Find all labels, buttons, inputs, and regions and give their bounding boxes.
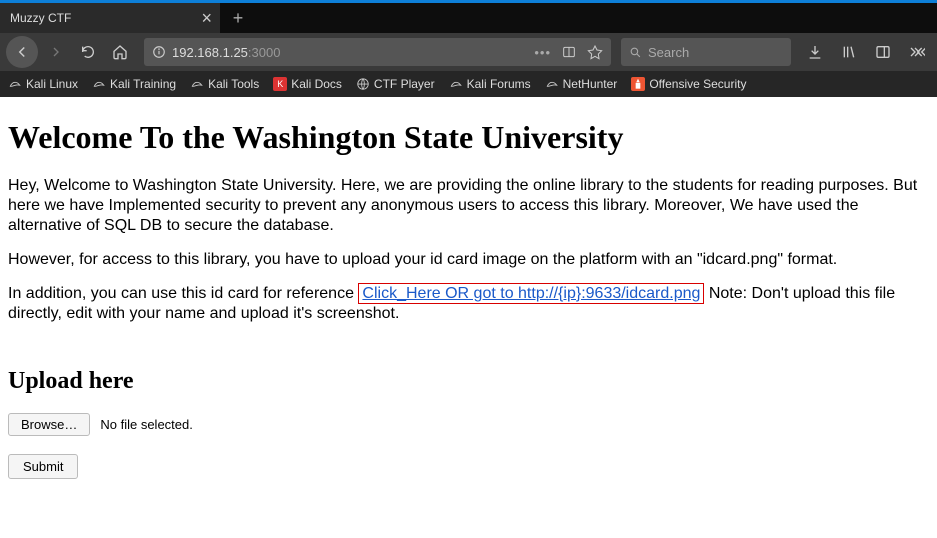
info-icon[interactable]: [152, 45, 166, 59]
intro-paragraph-1: Hey, Welcome to Washington State Univers…: [8, 176, 929, 236]
bookmark-label: Kali Tools: [208, 77, 259, 91]
search-icon: [629, 46, 642, 59]
search-bar[interactable]: Search: [621, 38, 791, 66]
bookmark-nethunter[interactable]: NetHunter: [545, 77, 618, 91]
dragon-icon: [545, 77, 559, 91]
bookmark-label: Kali Linux: [26, 77, 78, 91]
page-title: Welcome To the Washington State Universi…: [8, 119, 929, 156]
overflow-icon[interactable]: [903, 38, 931, 66]
nav-toolbar: 192.168.1.25:3000 ••• Search: [0, 33, 937, 71]
url-bar[interactable]: 192.168.1.25:3000 •••: [144, 38, 611, 66]
back-button[interactable]: [6, 36, 38, 68]
dragon-icon: [190, 77, 204, 91]
globe-icon: [356, 77, 370, 91]
reload-button[interactable]: [74, 38, 102, 66]
page-content: Welcome To the Washington State Universi…: [0, 97, 937, 489]
bookmark-label: Offensive Security: [649, 77, 746, 91]
submit-button[interactable]: Submit: [8, 454, 78, 479]
reference-link[interactable]: Click_Here OR got to http://{ip}:9633/id…: [362, 285, 700, 302]
bookmark-offensive-security[interactable]: Offensive Security: [631, 77, 746, 91]
bookmark-label: Kali Docs: [291, 77, 342, 91]
bookmark-label: Kali Training: [110, 77, 176, 91]
forward-button[interactable]: [42, 38, 70, 66]
upload-heading: Upload here: [8, 368, 929, 395]
bookmark-label: Kali Forums: [467, 77, 531, 91]
search-placeholder: Search: [648, 45, 689, 60]
dragon-icon: [92, 77, 106, 91]
dragon-icon: [8, 77, 22, 91]
home-button[interactable]: [106, 38, 134, 66]
downloads-icon[interactable]: [801, 38, 829, 66]
bookmark-kali-docs[interactable]: K Kali Docs: [273, 77, 342, 91]
bookmark-label: CTF Player: [374, 77, 435, 91]
bookmark-kali-linux[interactable]: Kali Linux: [8, 77, 78, 91]
reference-highlight: Click_Here OR got to http://{ip}:9633/id…: [358, 283, 704, 304]
bookmark-star-icon[interactable]: [587, 44, 603, 60]
new-tab-button[interactable]: +: [220, 3, 256, 33]
bookmarks-toolbar: Kali Linux Kali Training Kali Tools K Ka…: [0, 71, 937, 97]
file-status: No file selected.: [100, 417, 193, 432]
file-upload-row: Browse… No file selected.: [8, 413, 929, 436]
bookmark-kali-training[interactable]: Kali Training: [92, 77, 176, 91]
close-icon[interactable]: ×: [201, 9, 212, 27]
intro-paragraph-3: In addition, you can use this id card fo…: [8, 284, 929, 324]
bookmark-kali-forums[interactable]: Kali Forums: [449, 77, 531, 91]
dragon-icon: [449, 77, 463, 91]
browse-button[interactable]: Browse…: [8, 413, 90, 436]
page-actions-icon[interactable]: •••: [534, 45, 551, 60]
offsec-icon: [631, 77, 645, 91]
bookmark-kali-tools[interactable]: Kali Tools: [190, 77, 259, 91]
browser-tab[interactable]: Muzzy CTF ×: [0, 3, 220, 33]
bookmark-ctf-player[interactable]: CTF Player: [356, 77, 435, 91]
library-icon[interactable]: [835, 38, 863, 66]
reader-icon[interactable]: [561, 44, 577, 60]
bookmark-label: NetHunter: [563, 77, 618, 91]
sidebar-icon[interactable]: [869, 38, 897, 66]
tab-bar: Muzzy CTF × +: [0, 3, 937, 33]
url-text: 192.168.1.25:3000: [172, 45, 534, 60]
docs-icon: K: [273, 77, 287, 91]
tab-title: Muzzy CTF: [10, 11, 71, 25]
intro-paragraph-2: However, for access to this library, you…: [8, 250, 929, 270]
